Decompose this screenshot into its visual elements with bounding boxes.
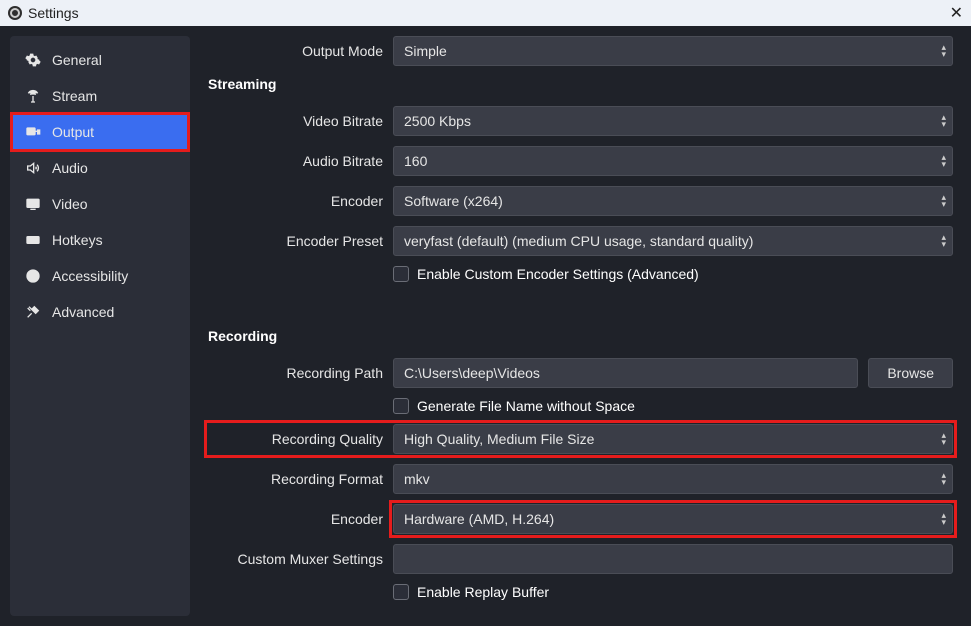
close-icon[interactable]: ✕: [950, 3, 963, 23]
audio-bitrate-select[interactable]: 160 ▴▾: [393, 146, 953, 176]
recording-encoder-label: Encoder: [208, 511, 383, 527]
chevron-updown-icon: ▴▾: [941, 44, 946, 58]
replay-buffer-checkbox[interactable]: [393, 584, 409, 600]
sidebar-item-output[interactable]: Output: [10, 114, 190, 150]
advanced-encoder-checkbox[interactable]: [393, 266, 409, 282]
chevron-updown-icon: ▴▾: [941, 432, 946, 446]
obs-app-icon: [8, 6, 22, 20]
video-bitrate-label: Video Bitrate: [208, 113, 383, 129]
window-title: Settings: [28, 5, 79, 21]
content-pane: Output Mode Simple ▴▾ Streaming Video Bi…: [190, 26, 971, 626]
recording-encoder-value: Hardware (AMD, H.264): [404, 511, 554, 527]
gen-filename-checkbox[interactable]: [393, 398, 409, 414]
recording-format-label: Recording Format: [208, 471, 383, 487]
gear-icon: [24, 51, 42, 69]
sidebar-item-audio[interactable]: Audio: [10, 150, 190, 186]
sidebar-item-label: Hotkeys: [52, 232, 103, 248]
video-bitrate-input[interactable]: 2500 Kbps ▴▾: [393, 106, 953, 136]
output-mode-label: Output Mode: [208, 43, 383, 59]
accessibility-icon: [24, 267, 42, 285]
sidebar-item-general[interactable]: General: [10, 42, 190, 78]
monitor-icon: [24, 195, 42, 213]
recording-format-value: mkv: [404, 471, 430, 487]
recording-section-title: Recording: [208, 328, 953, 344]
recording-path-input[interactable]: C:\Users\deep\Videos: [393, 358, 858, 388]
sidebar-item-accessibility[interactable]: Accessibility: [10, 258, 190, 294]
replay-buffer-checkbox-label: Enable Replay Buffer: [417, 584, 549, 600]
output-icon: [24, 123, 42, 141]
chevron-updown-icon: ▴▾: [941, 472, 946, 486]
titlebar: Settings ✕: [0, 0, 971, 26]
speaker-icon: [24, 159, 42, 177]
sidebar-item-advanced[interactable]: Advanced: [10, 294, 190, 330]
tools-icon: [24, 303, 42, 321]
chevron-updown-icon: ▴▾: [941, 114, 946, 128]
chevron-updown-icon: ▴▾: [941, 154, 946, 168]
sidebar-item-label: Audio: [52, 160, 88, 176]
sidebar: General Stream Output Audio Video Hotkey…: [10, 36, 190, 616]
streaming-encoder-label: Encoder: [208, 193, 383, 209]
output-mode-select[interactable]: Simple ▴▾: [393, 36, 953, 66]
advanced-encoder-checkbox-label: Enable Custom Encoder Settings (Advanced…: [417, 266, 699, 282]
output-mode-value: Simple: [404, 43, 447, 59]
recording-path-value: C:\Users\deep\Videos: [404, 365, 540, 381]
sidebar-item-hotkeys[interactable]: Hotkeys: [10, 222, 190, 258]
sidebar-item-label: Advanced: [52, 304, 114, 320]
sidebar-item-label: Video: [52, 196, 88, 212]
recording-path-label: Recording Path: [208, 365, 383, 381]
sidebar-item-label: Accessibility: [52, 268, 128, 284]
gen-filename-checkbox-label: Generate File Name without Space: [417, 398, 635, 414]
recording-quality-select[interactable]: High Quality, Medium File Size ▴▾: [393, 424, 953, 454]
streaming-encoder-value: Software (x264): [404, 193, 503, 209]
chevron-updown-icon: ▴▾: [941, 512, 946, 526]
sidebar-item-video[interactable]: Video: [10, 186, 190, 222]
muxer-label: Custom Muxer Settings: [208, 551, 383, 567]
audio-bitrate-value: 160: [404, 153, 427, 169]
streaming-encoder-select[interactable]: Software (x264) ▴▾: [393, 186, 953, 216]
encoder-preset-value: veryfast (default) (medium CPU usage, st…: [404, 233, 753, 249]
muxer-input[interactable]: [393, 544, 953, 574]
audio-bitrate-label: Audio Bitrate: [208, 153, 383, 169]
encoder-preset-select[interactable]: veryfast (default) (medium CPU usage, st…: [393, 226, 953, 256]
sidebar-item-label: Stream: [52, 88, 97, 104]
sidebar-item-stream[interactable]: Stream: [10, 78, 190, 114]
chevron-updown-icon: ▴▾: [941, 234, 946, 248]
antenna-icon: [24, 87, 42, 105]
recording-quality-value: High Quality, Medium File Size: [404, 431, 594, 447]
browse-button[interactable]: Browse: [868, 358, 953, 388]
recording-encoder-select[interactable]: Hardware (AMD, H.264) ▴▾: [393, 504, 953, 534]
video-bitrate-value: 2500 Kbps: [404, 113, 471, 129]
sidebar-item-label: Output: [52, 124, 94, 140]
streaming-section-title: Streaming: [208, 76, 953, 92]
keyboard-icon: [24, 231, 42, 249]
chevron-updown-icon: ▴▾: [941, 194, 946, 208]
recording-quality-label: Recording Quality: [208, 431, 383, 447]
encoder-preset-label: Encoder Preset: [208, 233, 383, 249]
recording-format-select[interactable]: mkv ▴▾: [393, 464, 953, 494]
sidebar-item-label: General: [52, 52, 102, 68]
